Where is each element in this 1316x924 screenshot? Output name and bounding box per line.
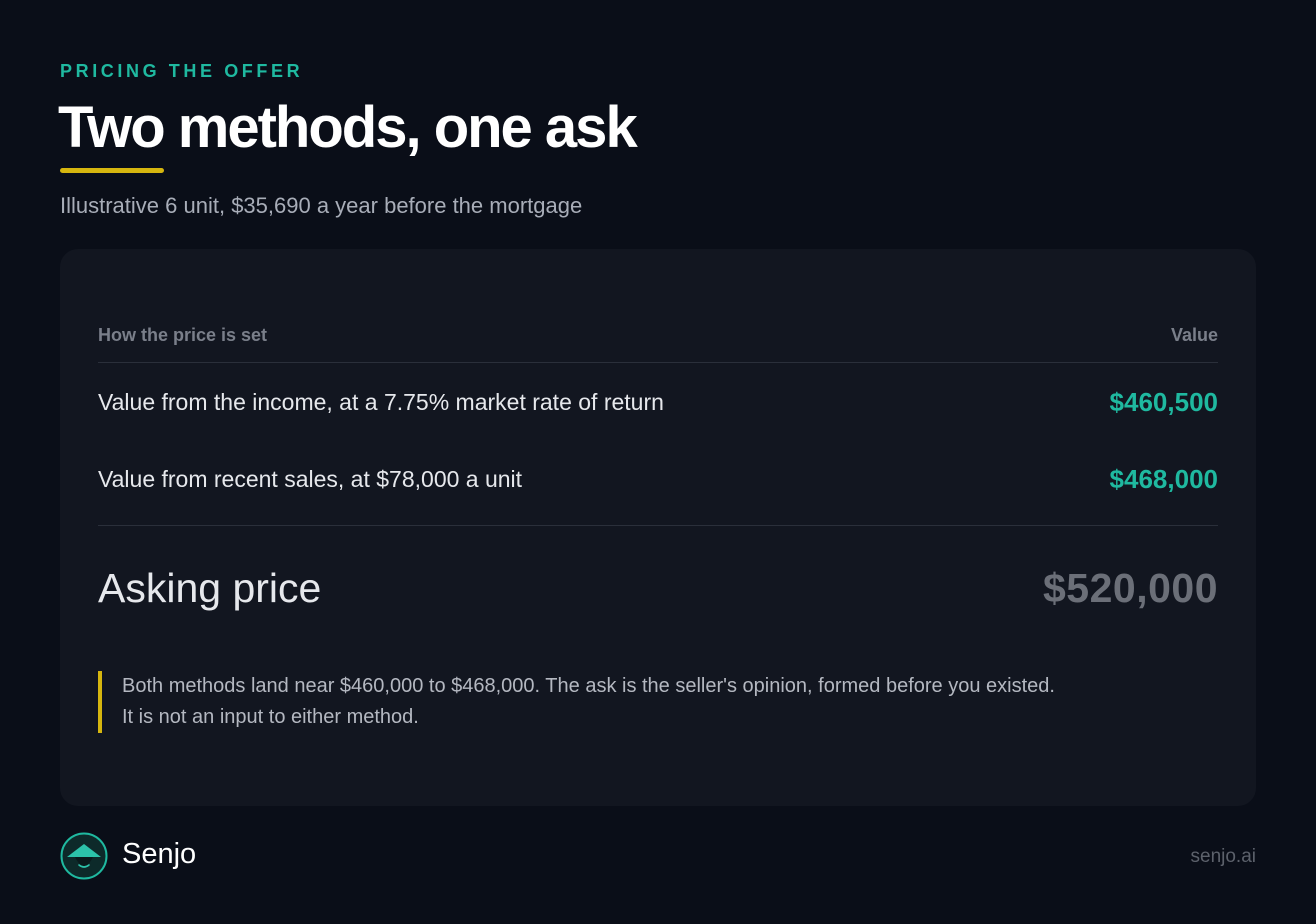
table-header: How the price is set Value <box>98 325 1218 346</box>
asking-price-value: $520,000 <box>1042 565 1218 611</box>
column-header-value: Value <box>1170 325 1218 345</box>
row-value-sales: $468,000 <box>1109 464 1218 494</box>
senjo-logo-icon <box>60 832 108 880</box>
row-value-income: $460,500 <box>1109 387 1218 417</box>
asking-price-row: Asking price $520,000 <box>98 565 1218 612</box>
asking-divider <box>98 525 1218 526</box>
note-line-2: It is not an input to either method. <box>122 706 419 728</box>
pricing-slide: PRICING THE OFFER Two methods, one ask I… <box>0 0 1316 924</box>
pricing-card: How the price is set Value Value from th… <box>60 249 1256 806</box>
row-label-income: Value from the income, at a 7.75% market… <box>98 389 664 415</box>
page-title: Two methods, one ask <box>58 95 638 160</box>
site-url: senjo.ai <box>1190 846 1257 867</box>
header-divider <box>98 362 1218 363</box>
asking-price-label: Asking price <box>98 565 322 611</box>
table-row: Value from recent sales, at $78,000 a un… <box>98 464 1218 495</box>
title-underline <box>60 168 164 173</box>
page-subtitle: Illustrative 6 unit, $35,690 a year befo… <box>60 193 583 218</box>
brand-name: Senjo <box>122 838 197 870</box>
callout-note: Both methods land near $460,000 to $468,… <box>98 671 1218 733</box>
note-line-1: Both methods land near $460,000 to $468,… <box>122 675 1055 697</box>
eyebrow-label: PRICING THE OFFER <box>60 61 304 81</box>
table-row: Value from the income, at a 7.75% market… <box>98 387 1218 418</box>
column-header-method: How the price is set <box>98 325 268 345</box>
row-label-sales: Value from recent sales, at $78,000 a un… <box>98 466 523 492</box>
